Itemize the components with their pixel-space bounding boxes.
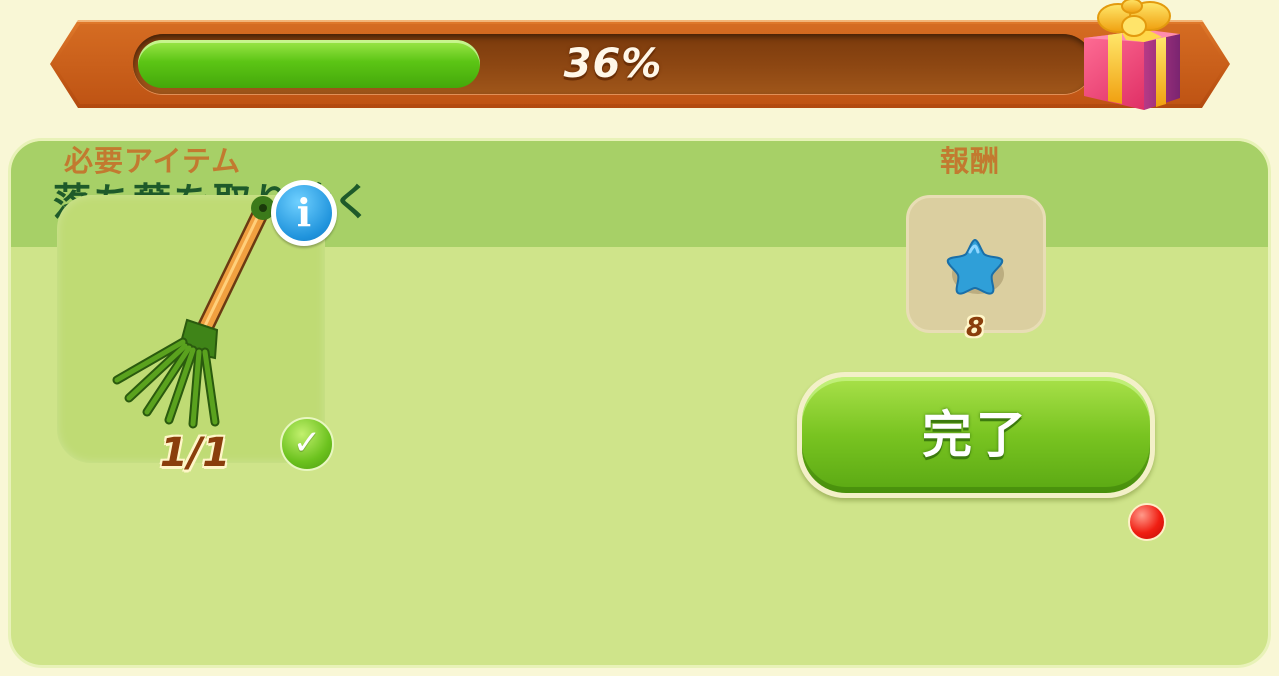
complete-button-label: 完了 [922, 406, 1030, 464]
blue-star-icon [946, 238, 1004, 295]
info-icon: i [276, 185, 332, 241]
task-screen: 36% 落ち葉を取り除く [0, 0, 1279, 676]
reward-label: 報酬 [940, 144, 1001, 178]
checkmark-icon: ✓ [280, 417, 334, 471]
reward-amount: 8 [965, 313, 985, 343]
notification-dot [1128, 503, 1166, 541]
info-button[interactable]: i [271, 180, 337, 246]
gift-box-icon[interactable] [1078, 0, 1188, 112]
required-items-label: 必要アイテム [64, 144, 242, 178]
progress-percent: 36% [563, 41, 663, 87]
item-count: 1/1 [159, 430, 231, 476]
rake-icon [112, 196, 275, 429]
complete-button[interactable]: 完了 [797, 372, 1155, 498]
